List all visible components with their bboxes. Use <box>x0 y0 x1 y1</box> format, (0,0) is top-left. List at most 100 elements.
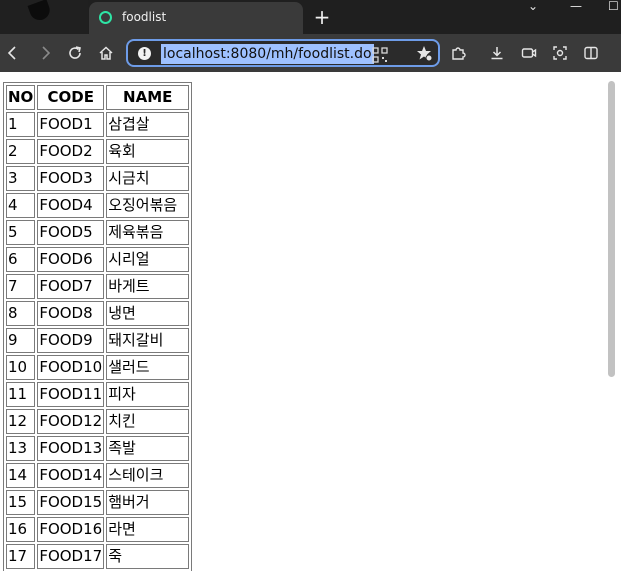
page-favicon-icon <box>99 11 112 24</box>
cell-name: 피자 <box>106 382 190 407</box>
new-tab-button[interactable]: + <box>311 6 333 28</box>
refresh-button[interactable] <box>62 40 88 66</box>
table-row: 10 FOOD10 샐러드 <box>6 355 190 380</box>
back-button[interactable] <box>0 40 26 66</box>
qr-code-button[interactable] <box>370 45 390 65</box>
puzzle-icon <box>452 47 466 60</box>
cell-code: FOOD14 <box>37 463 105 488</box>
minimize-button[interactable]: — <box>570 0 582 14</box>
cell-no: 9 <box>6 328 36 353</box>
cell-no: 3 <box>6 166 36 191</box>
cell-name: 햄버거 <box>106 490 190 515</box>
info-icon[interactable]: ! <box>138 47 151 60</box>
extensions-button[interactable] <box>445 40 471 66</box>
table-header-row: NO CODE NAME <box>6 85 190 110</box>
cell-name: 치킨 <box>106 409 190 434</box>
cell-code: FOOD3 <box>37 166 105 191</box>
cell-name: 죽 <box>106 544 190 569</box>
table-row: 2 FOOD2 육회 <box>6 139 190 164</box>
cell-name: 돼지갈비 <box>106 328 190 353</box>
table-row: 3 FOOD3 시금치 <box>6 166 190 191</box>
downloads-button[interactable] <box>484 40 510 66</box>
media-icon <box>521 48 537 58</box>
cell-no: 13 <box>6 436 36 461</box>
cell-no: 4 <box>6 193 36 218</box>
table-row: 8 FOOD8 냉면 <box>6 301 190 326</box>
cell-name: 냉면 <box>106 301 190 326</box>
forward-button[interactable] <box>32 40 58 66</box>
cell-code: FOOD16 <box>37 517 105 542</box>
screenshot-button[interactable] <box>547 40 573 66</box>
cell-name: 바게트 <box>106 274 190 299</box>
split-screen-button[interactable] <box>578 40 604 66</box>
address-bar[interactable]: ! localhost:8080/mh/foodlist.do <box>126 39 440 67</box>
table-row: 7 FOOD7 바게트 <box>6 274 190 299</box>
cell-code: FOOD4 <box>37 193 105 218</box>
food-table: NO CODE NAME 1 FOOD1 삼겹살 2 FOOD2 육회 3 FOOD3 시금치 4… <box>3 82 193 571</box>
media-button[interactable] <box>516 40 542 66</box>
tab-title: foodlist <box>122 10 167 24</box>
cell-no: 1 <box>6 112 36 137</box>
cell-code: FOOD13 <box>37 436 105 461</box>
cell-name: 제육볶음 <box>106 220 190 245</box>
header-name: NAME <box>106 85 190 110</box>
tab-foodlist[interactable]: foodlist <box>89 2 303 34</box>
address-url[interactable]: localhost:8080/mh/foodlist.do <box>161 44 374 64</box>
star-add-icon <box>417 46 433 62</box>
download-icon <box>491 47 503 60</box>
cell-no: 6 <box>6 247 36 272</box>
cell-code: FOOD12 <box>37 409 105 434</box>
tab-strip: foodlist + ⌄ — ☐ <box>0 0 621 34</box>
wallpaper-shape <box>27 0 53 23</box>
table-row: 15 FOOD15 햄버거 <box>6 490 190 515</box>
cell-code: FOOD1 <box>37 112 105 137</box>
table-row: 5 FOOD5 제육볶음 <box>6 220 190 245</box>
window-corner <box>0 0 88 34</box>
cell-name: 삼겹살 <box>106 112 190 137</box>
cell-no: 5 <box>6 220 36 245</box>
cell-code: FOOD17 <box>37 544 105 569</box>
table-row: 14 FOOD14 스테이크 <box>6 463 190 488</box>
cell-code: FOOD10 <box>37 355 105 380</box>
page-content: NO CODE NAME 1 FOOD1 삼겹살 2 FOOD2 육회 3 FOOD3 시금치 4… <box>0 72 621 571</box>
cell-name: 시리얼 <box>106 247 190 272</box>
table-body: 1 FOOD1 삼겹살 2 FOOD2 육회 3 FOOD3 시금치 4 FOOD4 오징어볶음 5 FO… <box>6 112 190 569</box>
table-row: 9 FOOD9 돼지갈비 <box>6 328 190 353</box>
table-row: 4 FOOD4 오징어볶음 <box>6 193 190 218</box>
home-button[interactable] <box>93 40 119 66</box>
cell-name: 시금치 <box>106 166 190 191</box>
cell-no: 10 <box>6 355 36 380</box>
header-no: NO <box>6 85 36 110</box>
arrow-right-icon <box>42 46 51 60</box>
qr-code-icon <box>372 47 388 63</box>
cell-no: 17 <box>6 544 36 569</box>
cell-code: FOOD8 <box>37 301 105 326</box>
cell-code: FOOD5 <box>37 220 105 245</box>
table-row: 6 FOOD6 시리얼 <box>6 247 190 272</box>
cell-name: 스테이크 <box>106 463 190 488</box>
tab-search-button[interactable]: ⌄ <box>528 0 538 14</box>
cell-no: 14 <box>6 463 36 488</box>
cell-name: 육회 <box>106 139 190 164</box>
table-row: 11 FOOD11 피자 <box>6 382 190 407</box>
cell-no: 15 <box>6 490 36 515</box>
cell-name: 오징어볶음 <box>106 193 190 218</box>
table-row: 17 FOOD17 죽 <box>6 544 190 569</box>
add-favorite-button[interactable] <box>413 44 435 66</box>
cell-name: 족발 <box>106 436 190 461</box>
cell-code: FOOD9 <box>37 328 105 353</box>
table-row: 12 FOOD12 치킨 <box>6 409 190 434</box>
table-row: 16 FOOD16 라면 <box>6 517 190 542</box>
cell-no: 11 <box>6 382 36 407</box>
cell-name: 라면 <box>106 517 190 542</box>
home-icon <box>99 46 113 60</box>
cell-no: 7 <box>6 274 36 299</box>
cell-no: 16 <box>6 517 36 542</box>
camera-icon <box>553 46 567 60</box>
cell-no: 2 <box>6 139 36 164</box>
scrollbar-thumb[interactable] <box>608 81 615 377</box>
maximize-button[interactable]: ☐ <box>608 0 619 14</box>
arrow-left-icon <box>7 46 16 60</box>
cell-code: FOOD7 <box>37 274 105 299</box>
browser-toolbar: ! localhost:8080/mh/foodlist.do <box>0 34 621 72</box>
